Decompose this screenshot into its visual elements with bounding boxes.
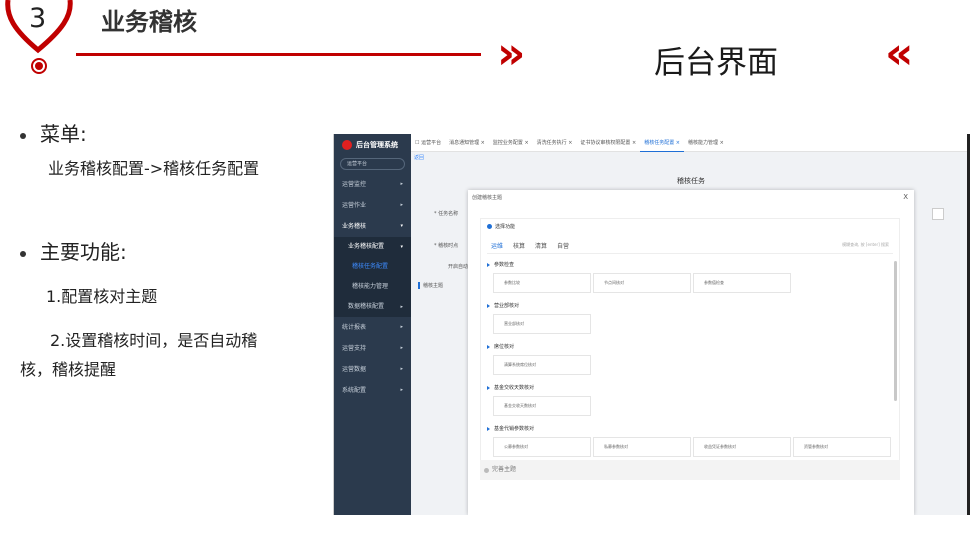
dialog-title: 创建稽核主题: [472, 195, 503, 201]
menu-label: 菜单:: [40, 122, 87, 146]
back-link[interactable]: 返回: [414, 154, 424, 161]
chevron-right-icon: ▸: [400, 181, 403, 187]
group-heading: 基金交收天数核对: [487, 384, 534, 391]
search-input[interactable]: 模糊查询, 按 [enter] 搜索: [842, 242, 889, 248]
category-tabs: 运维 核算 清算 自营: [491, 241, 579, 250]
sidebar: 后台管理系统 运营平台 运营监控 ▸ 运营作业 ▸ 业务稽核 ▾ 业务稽核配置 ▾ 稽核…: [334, 134, 411, 515]
function-option[interactable]: 营业部核对: [493, 314, 591, 334]
function-item-2-line-1: 2.设置稽核时间，是否自动稽: [50, 331, 258, 350]
chevron-right-icon: ▸: [400, 366, 403, 372]
task-title: 稽核任务: [677, 177, 705, 185]
menu-path: 业务稽核配置->稽核任务配置: [48, 159, 260, 178]
sidebar-item-monitor[interactable]: 运营监控 ▸: [334, 174, 411, 195]
create-topic-dialog: 创建稽核主题 X 选择功能 运维 核算 清算 自营 模糊查询, 按 [enter…: [468, 190, 914, 515]
tab-clearing[interactable]: 清算: [535, 241, 547, 250]
sidebar-item-data[interactable]: 运营数据 ▸: [334, 359, 411, 380]
function-option[interactable]: 参数值检查: [693, 273, 791, 293]
task-name-label: * 任务名称: [434, 211, 459, 217]
double-chevron-right-icon: »: [497, 28, 526, 79]
caret-icon: [487, 303, 490, 308]
tab-audit-task-config[interactable]: 稽核任务配置 ×: [640, 134, 684, 152]
caret-icon: [487, 426, 490, 431]
bullet-dot-icon: [20, 132, 26, 139]
bullet-dot-icon: [20, 250, 26, 257]
tab-monitor-config[interactable]: 监控业务配置 ×: [489, 134, 533, 152]
brand-name: 后台管理系统: [356, 141, 398, 149]
audit-time-label: * 稽核时点: [434, 243, 459, 249]
chevron-right-icon: ▸: [400, 304, 403, 310]
function-option[interactable]: 公募参数核对: [493, 437, 591, 457]
complete-topic-bar[interactable]: 完善主题: [480, 460, 900, 480]
panel-heading: 选择功能: [487, 223, 515, 230]
admin-screenshot: 后台管理系统 运营平台 运营监控 ▸ 运营作业 ▸ 业务稽核 ▾ 业务稽核配置 ▾ 稽核…: [333, 134, 970, 515]
background-input[interactable]: [932, 208, 944, 220]
tab-audit-capability[interactable]: 稽核能力管理 ×: [684, 134, 728, 152]
caret-icon: [487, 344, 490, 349]
caret-icon: [487, 385, 490, 390]
chevron-right-icon: ▸: [400, 202, 403, 208]
function-option[interactable]: 节点间核对: [593, 273, 691, 293]
section-title: 业务稽核: [101, 8, 197, 36]
audit-topic-label: 稽核主题: [418, 282, 443, 289]
group-heading: 营业部核对: [487, 302, 519, 309]
auto-audit-label: 开启自动: [448, 264, 469, 270]
sidebar-item-support[interactable]: 运营支持 ▸: [334, 338, 411, 359]
group-heading: 参数检查: [487, 261, 514, 268]
chevron-right-icon: ▸: [400, 345, 403, 351]
group-heading: 席位核对: [487, 343, 514, 350]
sidebar-item-reports[interactable]: 统计报表 ▸: [334, 317, 411, 338]
chevron-down-icon: ▾: [400, 223, 403, 229]
tab-bar: ☐ 运营平台 消息通知管理 × 监控业务配置 × 清洗任务执行 × 证书协议审核…: [411, 134, 970, 152]
tab-ops[interactable]: 运维: [491, 241, 503, 250]
sidebar-item-operations[interactable]: 运营作业 ▸: [334, 195, 411, 216]
functions-bullet: 主要功能:: [20, 236, 127, 265]
page-heading: 后台界面: [654, 45, 778, 81]
title-divider: [76, 53, 481, 56]
tab-notifications[interactable]: 消息通知管理 ×: [445, 134, 489, 152]
sidebar-item-audit[interactable]: 业务稽核 ▾: [334, 216, 411, 237]
logo-icon: [342, 140, 352, 150]
panel-divider: [487, 253, 893, 254]
function-item-2-line-2: 核，稽核提醒: [20, 360, 117, 379]
platform-selector[interactable]: 运营平台: [340, 158, 405, 170]
tab-proprietary[interactable]: 自营: [557, 241, 569, 250]
group-heading: 基金代销参数核对: [487, 425, 534, 432]
tab-cert-review[interactable]: 证书协议审核权限配置 ×: [576, 134, 640, 152]
section-number: 3: [29, 3, 47, 34]
chevron-right-icon: ▸: [400, 387, 403, 393]
slide: 3 业务稽核 » 后台界面 « 菜单: 业务稽核配置->稽核任务配置 主要功能:…: [0, 0, 970, 533]
chevron-down-icon: ▾: [400, 244, 403, 250]
question-icon: [484, 467, 489, 473]
function-option[interactable]: 基金交收天数核对: [493, 396, 591, 416]
caret-icon: [487, 262, 490, 267]
sidebar-item-audit-capability[interactable]: 稽核能力管理: [334, 277, 411, 297]
function-option[interactable]: 私募参数核对: [593, 437, 691, 457]
function-option[interactable]: 收益凭证参数核对: [693, 437, 791, 457]
functions-label: 主要功能:: [40, 240, 127, 264]
sidebar-item-audit-task-config[interactable]: 稽核任务配置: [334, 257, 411, 277]
close-icon[interactable]: X: [903, 193, 908, 201]
function-option[interactable]: 资管参数核对: [793, 437, 891, 457]
function-panel: 选择功能 运维 核算 清算 自营 模糊查询, 按 [enter] 搜索 参数检查…: [480, 218, 900, 480]
sidebar-item-audit-config[interactable]: 业务稽核配置 ▾: [334, 237, 411, 257]
tab-platform[interactable]: ☐ 运营平台: [411, 134, 445, 152]
tab-cleaning[interactable]: 清洗任务执行 ×: [533, 134, 577, 152]
sidebar-item-system[interactable]: 系统配置 ▸: [334, 380, 411, 401]
function-option[interactable]: 清算系统席位核对: [493, 355, 591, 375]
chevron-right-icon: ▸: [400, 324, 403, 330]
scrollbar[interactable]: [894, 261, 897, 401]
menu-bullet: 菜单:: [20, 118, 87, 147]
brand: 后台管理系统: [334, 134, 411, 156]
function-item-1: 1.配置核对主题: [46, 287, 158, 306]
sidebar-item-data-audit[interactable]: 数据稽核配置 ▸: [334, 297, 411, 317]
function-option[interactable]: 参数比较: [493, 273, 591, 293]
tab-accounting[interactable]: 核算: [513, 241, 525, 250]
double-chevron-left-icon: «: [885, 28, 914, 79]
info-icon: [487, 224, 492, 229]
